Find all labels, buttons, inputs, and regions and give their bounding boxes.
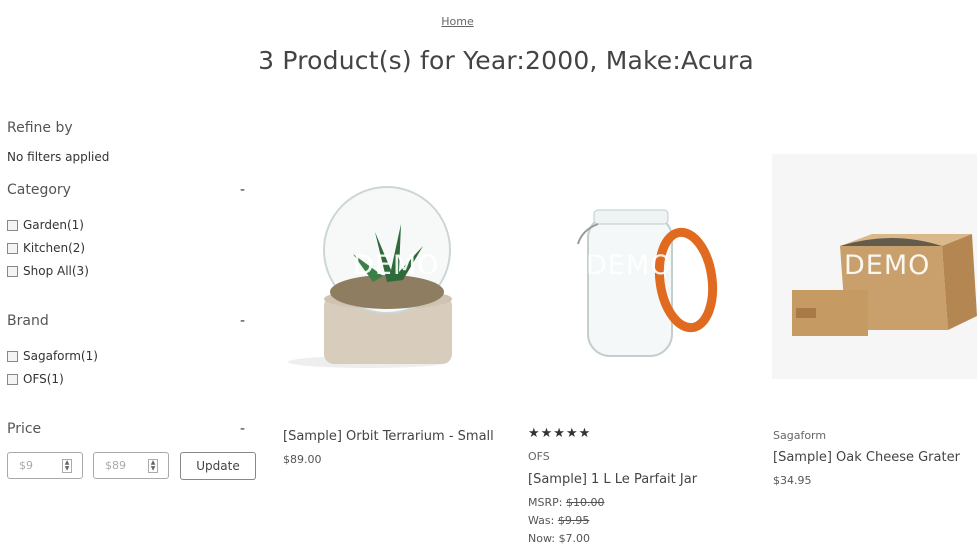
- category-option-kitchen[interactable]: Kitchen(2): [7, 241, 85, 255]
- brand-facet-title[interactable]: Brand: [7, 313, 49, 329]
- refine-heading: Refine by: [7, 120, 73, 136]
- product-image-oak-cheese-grater[interactable]: DEMO: [772, 154, 977, 379]
- demo-watermark: DEMO: [844, 250, 931, 281]
- price-facet-title[interactable]: Price: [7, 421, 41, 437]
- product-msrp: MSRP: $10.00: [528, 496, 604, 509]
- product-brand[interactable]: OFS: [528, 450, 550, 463]
- max-price-spinner[interactable]: ▲ ▼: [148, 459, 158, 473]
- category-option-shop-all[interactable]: Shop All(3): [7, 264, 89, 278]
- checkbox[interactable]: [7, 265, 18, 277]
- brand-option-sagaform[interactable]: Sagaform(1): [7, 349, 98, 363]
- option-label: OFS(1): [23, 372, 64, 386]
- msrp-value: $10.00: [565, 496, 605, 509]
- option-label: Sagaform(1): [23, 349, 98, 363]
- demo-watermark: DEMO: [586, 250, 673, 281]
- category-collapse-toggle[interactable]: -: [240, 182, 245, 198]
- no-filters-text: No filters applied: [7, 150, 110, 164]
- page-title: 3 Product(s) for Year:2000, Make:Acura: [258, 46, 754, 75]
- was-value: $9.95: [557, 514, 590, 527]
- category-option-garden[interactable]: Garden(1): [7, 218, 84, 232]
- checkbox[interactable]: [7, 373, 18, 385]
- option-label: Kitchen(2): [23, 241, 86, 255]
- msrp-label: MSRP:: [528, 496, 563, 509]
- product-title-oak-cheese-grater[interactable]: [Sample] Oak Cheese Grater: [773, 450, 960, 465]
- product-title-orbit-terrarium[interactable]: [Sample] Orbit Terrarium - Small: [283, 429, 494, 444]
- product-image-orbit-terrarium[interactable]: DEMO: [283, 154, 488, 379]
- brand-option-ofs[interactable]: OFS(1): [7, 372, 64, 386]
- min-price-spinner[interactable]: ▲ ▼: [62, 459, 72, 473]
- checkbox[interactable]: [7, 219, 18, 231]
- rating-stars: ★★★★★: [528, 426, 592, 441]
- product-title-le-parfait-jar[interactable]: [Sample] 1 L Le Parfait Jar: [528, 472, 697, 487]
- max-price-placeholder: $89: [105, 459, 126, 472]
- max-price-input[interactable]: $89 ▲ ▼: [93, 452, 169, 479]
- breadcrumb-home[interactable]: Home: [0, 15, 915, 28]
- demo-watermark: DEMO: [353, 250, 440, 281]
- checkbox[interactable]: [7, 350, 18, 362]
- checkbox[interactable]: [7, 242, 18, 254]
- price-update-button[interactable]: Update: [180, 452, 256, 480]
- min-price-input[interactable]: $9 ▲ ▼: [7, 452, 83, 479]
- product-price: $34.95: [773, 474, 812, 487]
- was-label: Was:: [528, 514, 555, 527]
- product-brand[interactable]: Sagaform: [773, 429, 826, 442]
- brand-collapse-toggle[interactable]: -: [240, 313, 245, 329]
- option-label: Garden(1): [23, 218, 84, 232]
- product-now-price: Now: $7.00: [528, 532, 590, 545]
- product-price: $89.00: [283, 453, 322, 466]
- now-value: $7.00: [558, 532, 591, 545]
- price-collapse-toggle[interactable]: -: [240, 421, 245, 437]
- min-price-placeholder: $9: [19, 459, 33, 472]
- category-facet-title[interactable]: Category: [7, 182, 71, 198]
- product-image-le-parfait-jar[interactable]: DEMO: [528, 154, 733, 379]
- option-label: Shop All(3): [23, 264, 89, 278]
- product-was-price: Was: $9.95: [528, 514, 589, 527]
- now-label: Now:: [528, 532, 556, 545]
